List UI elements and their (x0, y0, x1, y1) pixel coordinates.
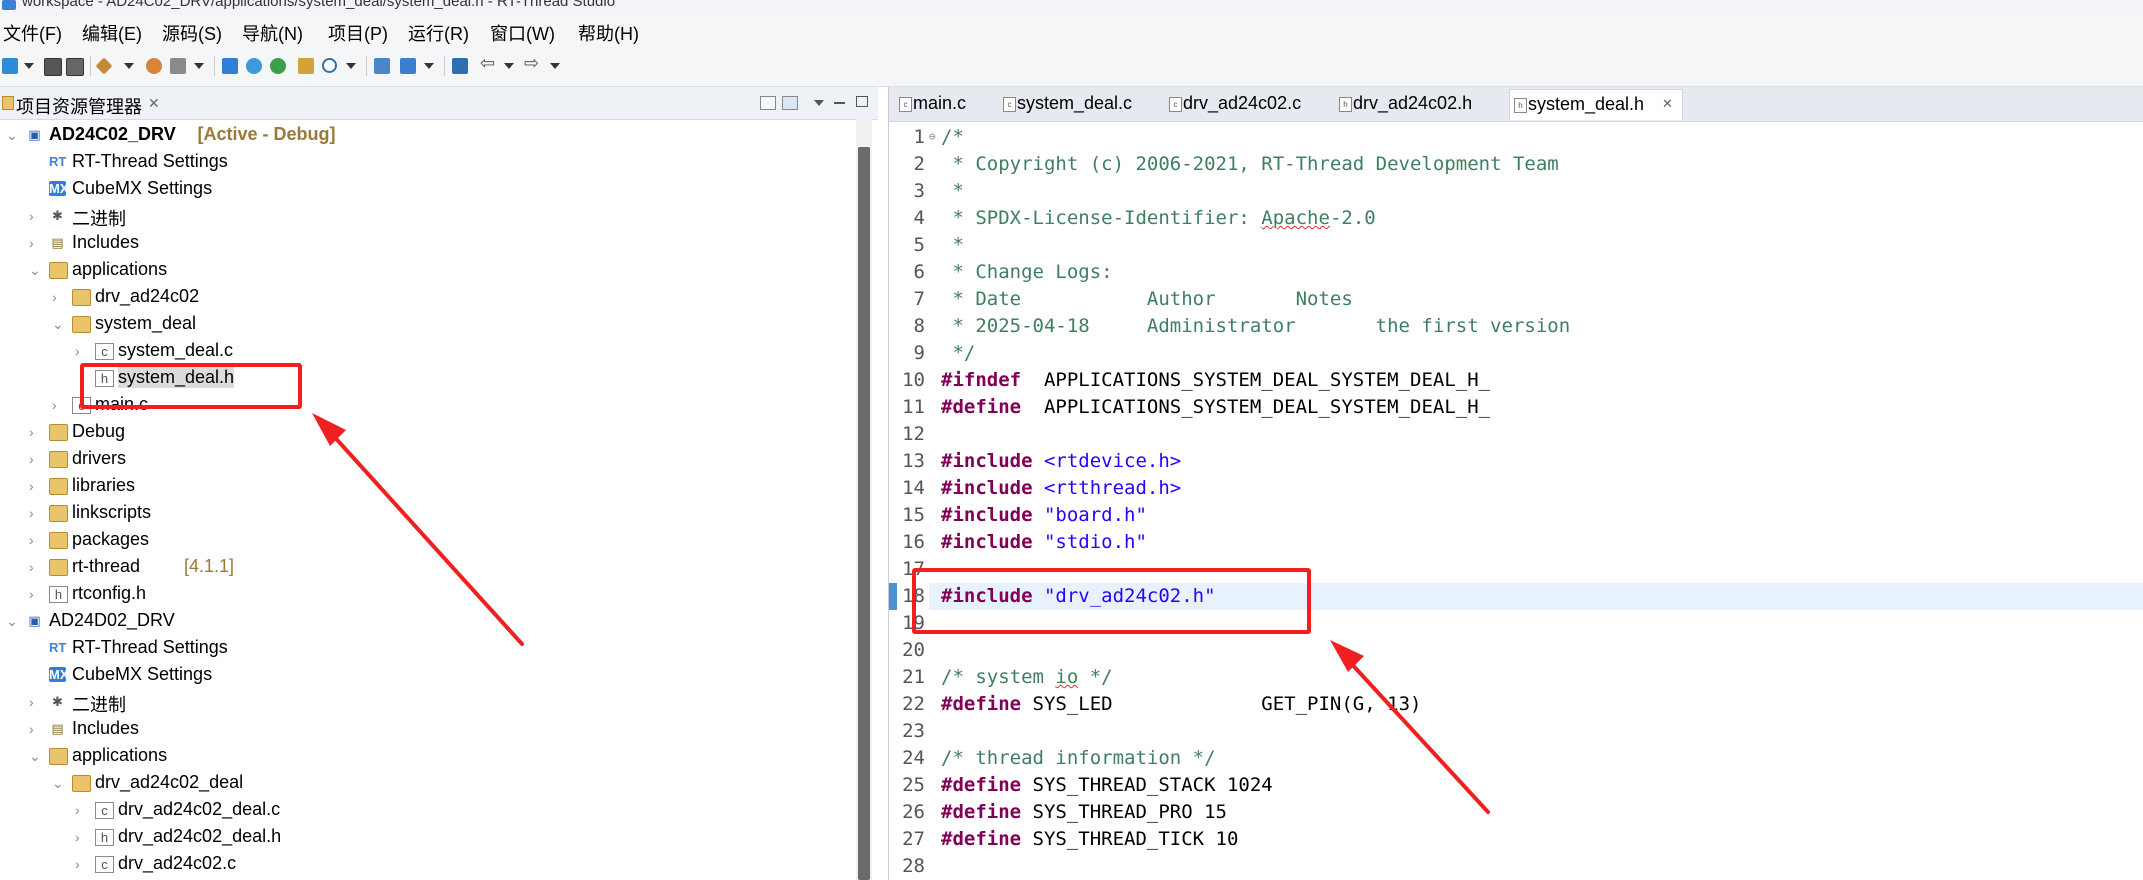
arrow-to-code (1330, 640, 1490, 814)
arrow-to-tree (312, 413, 524, 646)
annotation-arrows (312, 413, 1490, 814)
